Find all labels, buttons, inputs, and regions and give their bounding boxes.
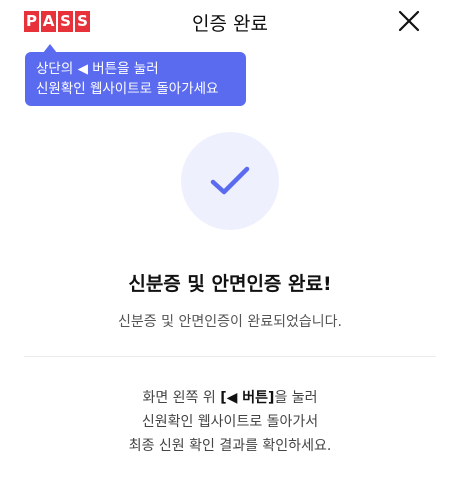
instruction-line-2: 신원확인 웹사이트로 돌아가서	[141, 414, 319, 430]
back-arrow-icon: ◀	[77, 61, 88, 77]
close-icon[interactable]	[398, 10, 420, 32]
instruction-line1-suffix: 을 눌러	[274, 390, 318, 406]
page-title: 인증 완료	[192, 13, 268, 35]
instruction-line-1: 화면 왼쪽 위 [◀ 버튼]을 눌러	[0, 386, 460, 410]
instruction-line-3: 최종 신원 확인 결과를 확인하세요.	[128, 438, 332, 454]
completion-headline: 신분증 및 안면인증 완료!	[128, 273, 332, 295]
divider	[24, 356, 436, 357]
tooltip-line1-prefix: 상단의	[36, 61, 74, 77]
check-icon	[210, 166, 250, 195]
success-badge	[181, 132, 279, 230]
tooltip-line1-suffix: 버튼을 눌러	[92, 61, 159, 77]
instruction-back-button-ref: [◀ 버튼]	[220, 390, 275, 406]
completion-subtitle: 신분증 및 안면인증이 완료되었습니다.	[118, 314, 342, 330]
close-button[interactable]	[398, 10, 420, 32]
instruction-line1-prefix: 화면 왼쪽 위	[142, 390, 216, 406]
tooltip-line-2: 신원확인 웹사이트로 돌아가세요	[36, 81, 219, 97]
back-hint-tooltip: 상단의 ◀ 버튼을 눌러 신원확인 웹사이트로 돌아가세요	[25, 52, 246, 106]
return-instructions: 화면 왼쪽 위 [◀ 버튼]을 눌러 신원확인 웹사이트로 돌아가서 최종 신원…	[0, 386, 460, 458]
tooltip-line-1: 상단의 ◀ 버튼을 눌러	[36, 59, 235, 79]
top-bar: P A S S 인증 완료	[0, 0, 460, 44]
